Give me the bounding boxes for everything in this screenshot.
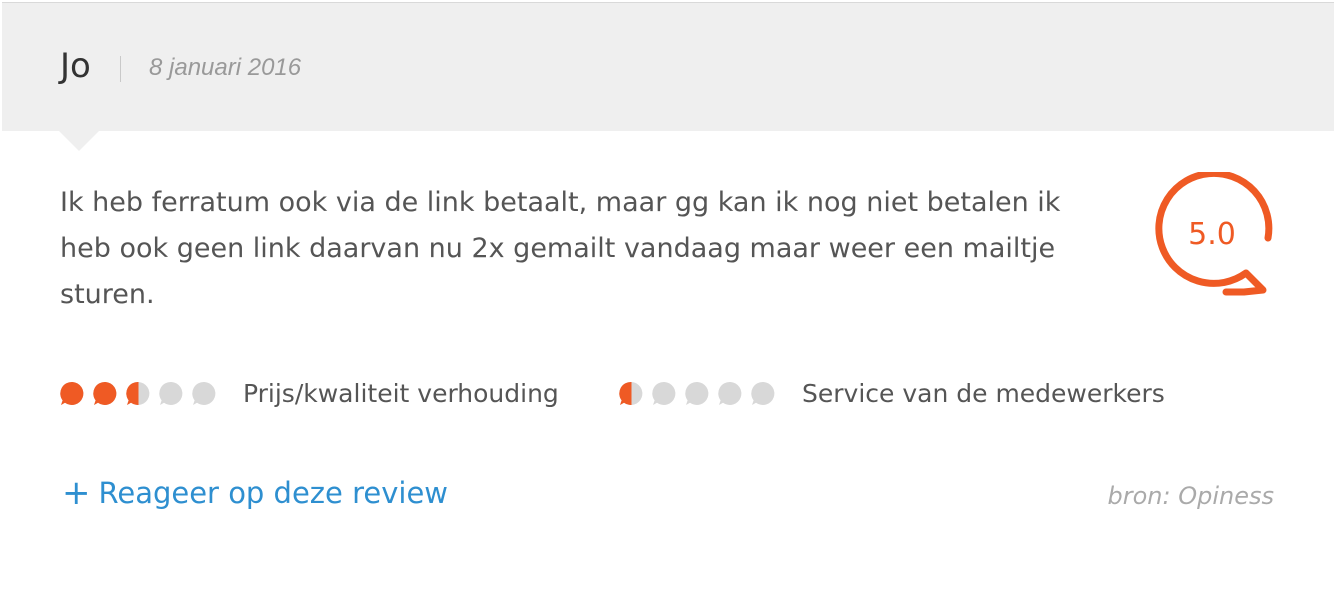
rating-dot-empty bbox=[718, 381, 742, 405]
rating-dot-empty bbox=[159, 381, 183, 405]
rating-label: Prijs/kwaliteit verhouding bbox=[243, 378, 559, 408]
review-score: 5.0 bbox=[1188, 217, 1236, 252]
rating-dot-empty bbox=[751, 381, 775, 405]
review-date: 8 januari 2016 bbox=[149, 54, 302, 81]
rating-dot-half bbox=[619, 381, 643, 405]
rating-dot-empty bbox=[685, 381, 709, 405]
review-author: Jo bbox=[60, 46, 91, 86]
rating-price-quality: Prijs/kwaliteit verhouding bbox=[60, 376, 559, 410]
review-text: Ik heb ferratum ook via de link betaalt,… bbox=[60, 187, 1061, 310]
rating-dot-full bbox=[60, 381, 84, 405]
rating-service: Service van de medewerkers bbox=[619, 376, 1165, 410]
review-card: Jo 8 januari 2016 Ik heb ferratum ook vi… bbox=[0, 0, 1338, 616]
rating-dot-empty bbox=[652, 381, 676, 405]
review-source: bron: Opiness bbox=[1107, 482, 1275, 510]
rating-dot-empty bbox=[192, 381, 216, 405]
rating-dots bbox=[60, 381, 225, 406]
rating-dot-half bbox=[126, 381, 150, 405]
reply-label: Reageer op deze review bbox=[98, 476, 449, 510]
rating-label: Service van de medewerkers bbox=[802, 378, 1165, 408]
rating-dot-full bbox=[93, 381, 117, 405]
plus-icon: + bbox=[62, 473, 91, 513]
rating-dots bbox=[619, 381, 784, 406]
reply-link[interactable]: + Reageer op deze review bbox=[62, 476, 448, 510]
header-notch bbox=[59, 131, 99, 151]
header-divider bbox=[120, 56, 121, 82]
